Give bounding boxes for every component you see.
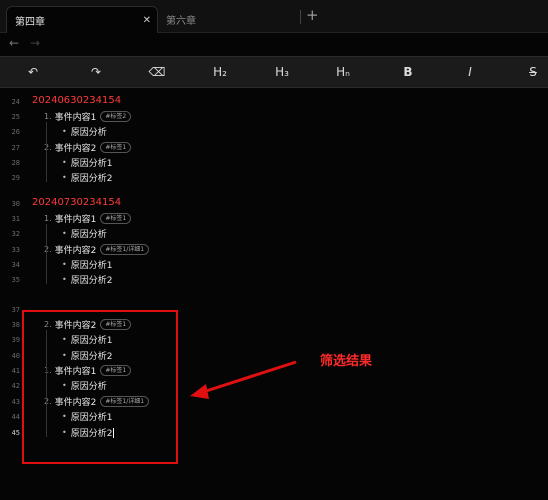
annotation-arrow-icon [190, 360, 297, 399]
